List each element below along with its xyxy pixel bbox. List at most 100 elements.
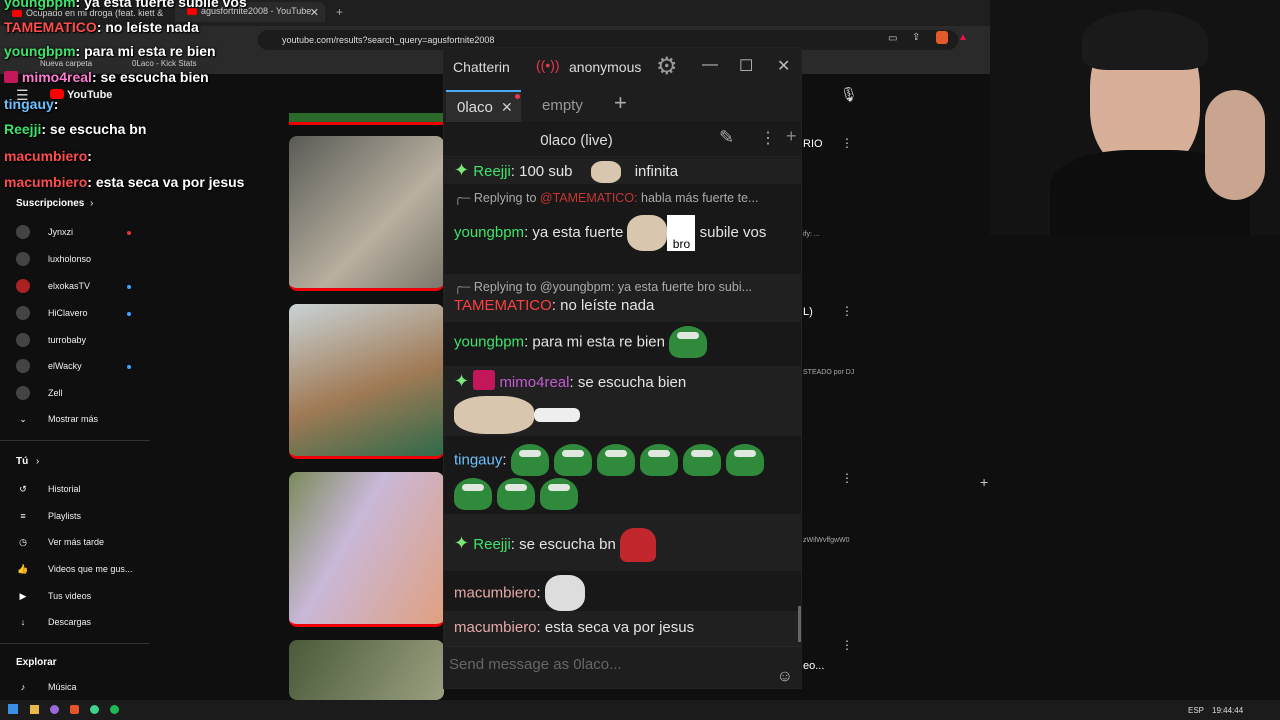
- channel-avatar: [16, 386, 30, 400]
- share-icon[interactable]: ⇪: [912, 32, 920, 43]
- close-icon[interactable]: ✕: [777, 56, 790, 76]
- more-options-icon[interactable]: ⋮: [841, 638, 853, 652]
- liked-videos-item[interactable]: 👍 Videos que me gus...: [16, 561, 151, 579]
- video-thumbnail[interactable]: [289, 136, 444, 291]
- brave-shield-icon[interactable]: [936, 31, 948, 44]
- reply-context[interactable]: ╭─ Replying to @TAMEMATICO: habla más fu…: [454, 190, 801, 205]
- message-list[interactable]: ✦ Reejji: 100 sub infinita ╭─ Replying t…: [444, 158, 801, 646]
- sub-elxokastv[interactable]: elxokasTV: [16, 278, 151, 296]
- pepe-emote: [639, 444, 678, 476]
- chat-scrollbar[interactable]: [798, 606, 801, 642]
- chat-message[interactable]: ✦ Reejji: se escucha bn: [444, 514, 801, 571]
- more-options-icon[interactable]: ⋮: [841, 136, 853, 150]
- reply-context[interactable]: ╭─ Replying to @youngbpm: ya esta fuerte…: [454, 279, 801, 294]
- divider: [0, 440, 150, 441]
- bookmark-folder[interactable]: Nueva carpeta: [40, 59, 92, 68]
- chat-message[interactable]: youngbpm: para mi esta re bien: [444, 322, 801, 366]
- you-header[interactable]: Tú: [16, 456, 28, 467]
- video-thumbnail[interactable]: [289, 640, 444, 700]
- video-thumbnail[interactable]: [289, 113, 444, 125]
- more-options-icon[interactable]: ⋮: [841, 471, 853, 485]
- playlists-item[interactable]: ≡ Playlists: [16, 508, 151, 526]
- live-indicator: [127, 231, 131, 235]
- pepe-emote: [682, 444, 721, 476]
- sub-zell[interactable]: Zell: [16, 385, 151, 403]
- live-streaming-icon[interactable]: ((•)): [536, 57, 560, 73]
- chat-message[interactable]: macumbiero: esta seca va por jesus: [444, 611, 801, 646]
- chevron-right-icon: ›: [36, 456, 40, 467]
- microphone-icon[interactable]: 🎙: [840, 86, 858, 103]
- brave-icon[interactable]: [70, 705, 79, 714]
- result-title-fragment[interactable]: eo...: [803, 660, 824, 672]
- music-icon: ♪: [20, 682, 26, 692]
- sub-hiclavero[interactable]: HiClavero: [16, 305, 151, 323]
- chat-message[interactable]: ╭─ Replying to @TAMEMATICO: habla más fu…: [444, 186, 801, 270]
- gear-icon[interactable]: ⚙: [656, 52, 678, 81]
- thumbs-up-icon: 👍: [17, 564, 29, 574]
- badge-icon: ✦: [454, 160, 470, 180]
- maximize-icon[interactable]: ☐: [739, 56, 753, 76]
- keyboard-language[interactable]: ESP: [1188, 706, 1204, 715]
- close-tab-icon[interactable]: ✕: [501, 99, 513, 116]
- video-icon: ▶: [19, 591, 27, 601]
- add-split-icon[interactable]: +: [786, 126, 797, 147]
- chat-message[interactable]: macumbiero:: [444, 571, 801, 611]
- clock[interactable]: 19:44:44: [1212, 706, 1243, 715]
- youtube-sidebar: Suscripciones › Jynxzi luxholonso elxoka…: [0, 120, 155, 700]
- message-input[interactable]: Send message as 0laco... ☺: [444, 646, 801, 688]
- folder-icon[interactable]: [30, 705, 39, 714]
- show-more-button[interactable]: ⌄ Mostrar más: [16, 411, 151, 429]
- hand-emote: [534, 408, 580, 422]
- cat-emote: [454, 396, 534, 434]
- spotify-icon[interactable]: [90, 705, 99, 714]
- more-options-icon[interactable]: ⋮: [841, 304, 853, 318]
- more-options-icon[interactable]: ⋮: [760, 128, 776, 148]
- chat-message[interactable]: ✦ Reejji: 100 sub infinita: [444, 158, 801, 184]
- sub-luxholonso[interactable]: luxholonso: [16, 251, 151, 269]
- result-title-fragment[interactable]: RIO: [803, 138, 823, 150]
- channel-avatar: [16, 279, 30, 293]
- history-item[interactable]: ↺ Historial: [16, 481, 151, 499]
- channel-title: 0laco (live): [540, 132, 613, 149]
- app-icon[interactable]: [110, 705, 119, 714]
- sub-turrobaby[interactable]: turrobaby: [16, 332, 151, 350]
- sub-elwacky[interactable]: elWacky: [16, 358, 151, 376]
- youtube-icon: [12, 10, 22, 17]
- new-content-dot: [127, 312, 131, 316]
- cat-emote: [590, 161, 621, 184]
- downloads-item[interactable]: ↓ Descargas: [16, 614, 151, 632]
- chat-message[interactable]: tingauy:: [444, 438, 801, 514]
- overlay-message: tingauy:: [4, 96, 59, 112]
- cast-icon[interactable]: ▭: [888, 33, 897, 44]
- video-thumbnail[interactable]: [289, 304, 444, 459]
- new-tab-icon[interactable]: +: [336, 5, 343, 19]
- your-videos-item[interactable]: ▶ Tus videos: [16, 588, 151, 606]
- pepe-emote: [596, 444, 635, 476]
- rewards-icon[interactable]: ▲: [958, 32, 968, 43]
- minimize-icon[interactable]: —: [702, 56, 718, 74]
- chat-message[interactable]: ✦ mimo4real: se escucha bien: [444, 366, 801, 436]
- start-icon[interactable]: [8, 704, 18, 714]
- youtube-logo[interactable]: YouTube: [50, 89, 112, 101]
- result-title-fragment[interactable]: L): [803, 306, 813, 318]
- streamer-hair: [1082, 10, 1208, 70]
- add-tab-icon[interactable]: +: [614, 90, 627, 116]
- divider: [0, 643, 150, 644]
- chevron-right-icon: ›: [90, 198, 94, 209]
- subscriptions-header[interactable]: Suscripciones: [16, 198, 84, 209]
- tab-empty[interactable]: empty: [542, 97, 583, 114]
- video-thumbnail[interactable]: [289, 472, 444, 627]
- download-icon: ↓: [20, 617, 26, 627]
- music-item[interactable]: ♪ Música: [16, 679, 151, 697]
- windows-taskbar: ESP 19:44:44: [0, 700, 1280, 720]
- account-switcher[interactable]: anonymous: [569, 59, 641, 75]
- emoji-icon[interactable]: ☺: [777, 668, 793, 686]
- close-tab-icon[interactable]: ✕: [310, 6, 319, 19]
- tab-0laco[interactable]: 0laco ✕: [446, 90, 521, 122]
- sub-jynxzi[interactable]: Jynxzi: [16, 224, 151, 242]
- moderation-icon[interactable]: ✎: [719, 127, 734, 148]
- watch-later-item[interactable]: ◷ Ver más tarde: [16, 534, 151, 552]
- chat-message[interactable]: ╭─ Replying to @youngbpm: ya esta fuerte…: [444, 274, 801, 322]
- bookmark-kick-stats[interactable]: 0Laco - Kick Stats: [132, 59, 196, 68]
- discord-icon[interactable]: [50, 705, 59, 714]
